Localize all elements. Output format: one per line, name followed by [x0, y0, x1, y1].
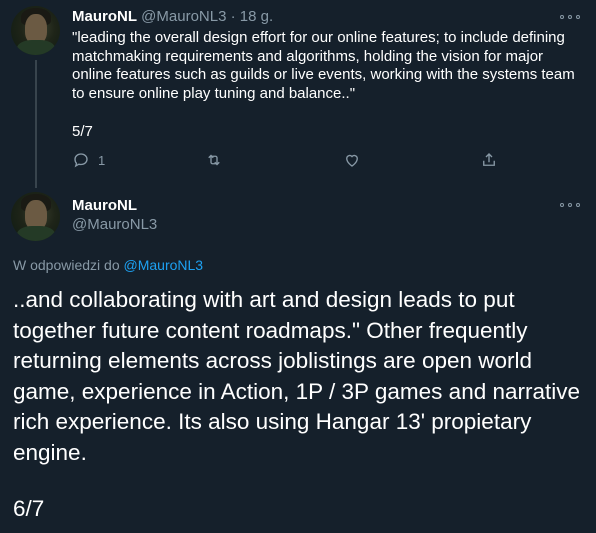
like-button[interactable] [343, 151, 361, 169]
like-icon [346, 154, 358, 167]
more-icon[interactable] [560, 200, 580, 210]
thread-counter: 5/7 [72, 123, 93, 140]
reply-prefix: W odpowiedzi do [13, 257, 120, 273]
avatar[interactable] [11, 6, 60, 55]
reply-icon [74, 153, 88, 168]
reply-count: 1 [98, 152, 106, 168]
user-handle[interactable]: @MauroNL3 [72, 216, 157, 233]
tweet-text: ..and collaborating with art and design … [13, 287, 581, 465]
tweet-header: MauroNL @MauroNL3 · 18 g. [72, 8, 273, 26]
timestamp[interactable]: 18 g. [240, 8, 273, 25]
thread-counter: 6/7 [13, 496, 45, 521]
reply-context: W odpowiedzi do @MauroNL3 [13, 257, 203, 273]
display-name[interactable]: MauroNL [72, 8, 137, 25]
avatar[interactable] [11, 192, 60, 241]
reply-button[interactable]: 1 [72, 151, 105, 169]
share-icon [483, 153, 495, 166]
display-name[interactable]: MauroNL [72, 197, 137, 214]
more-icon[interactable] [560, 12, 580, 22]
separator: · [230, 8, 236, 25]
tweet-actions: 1 [72, 151, 512, 173]
reply-mention-link[interactable]: @MauroNL3 [124, 257, 204, 273]
user-handle[interactable]: @MauroNL3 [141, 8, 226, 25]
tweet-text: "leading the overall design effort for o… [72, 29, 575, 102]
twitter-thread: MauroNL @MauroNL3 · 18 g. "leading the o… [0, 0, 596, 533]
retweet-icon [208, 154, 220, 166]
share-button[interactable] [480, 151, 498, 169]
tweet-5[interactable]: MauroNL @MauroNL3 · 18 g. "leading the o… [0, 0, 596, 188]
retweet-button[interactable] [205, 151, 223, 169]
thread-connector [35, 60, 37, 188]
